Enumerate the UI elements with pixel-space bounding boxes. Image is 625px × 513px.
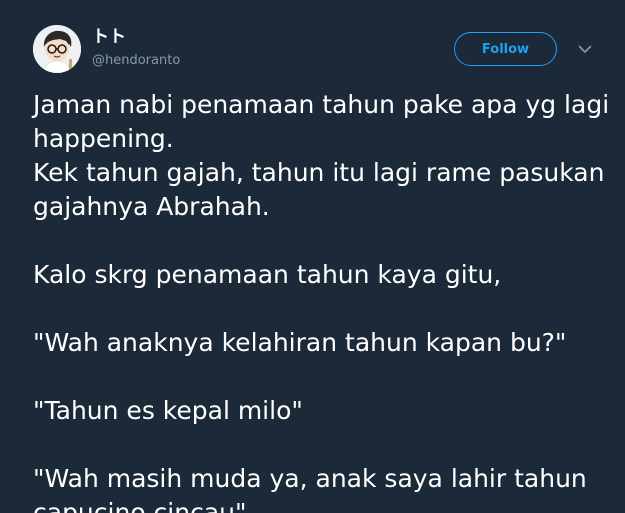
chevron-down-icon [578, 45, 592, 53]
tweet-line: Kalo skrg penamaan tahun kaya gitu, [33, 260, 502, 289]
display-name[interactable]: トト [92, 26, 126, 48]
tweet-line: happening. [33, 124, 174, 153]
tweet-card: トト @hendoranto Follow Jaman nabi penamaa… [0, 0, 625, 513]
tweet-line: "Wah anaknya kelahiran tahun kapan bu?" [33, 328, 567, 357]
tweet-line: Kek tahun gajah, tahun itu lagi rame pas… [33, 158, 605, 187]
more-options-button[interactable] [575, 39, 595, 59]
tweet-line: gajahnya Abrahah. [33, 192, 270, 221]
tweet-line: capucino cincau" [33, 498, 247, 513]
user-handle[interactable]: @hendoranto [92, 52, 180, 70]
tweet-line: "Wah masih muda ya, anak saya lahir tahu… [33, 464, 587, 493]
tweet-line: Jaman nabi penamaan tahun pake apa yg la… [33, 90, 610, 119]
avatar[interactable] [33, 25, 81, 73]
follow-button[interactable]: Follow [454, 32, 557, 66]
avatar-illustration [33, 25, 81, 73]
tweet-text: Jaman nabi penamaan tahun pake apa yg la… [33, 88, 613, 513]
tweet-line: "Tahun es kepal milo" [33, 396, 303, 425]
